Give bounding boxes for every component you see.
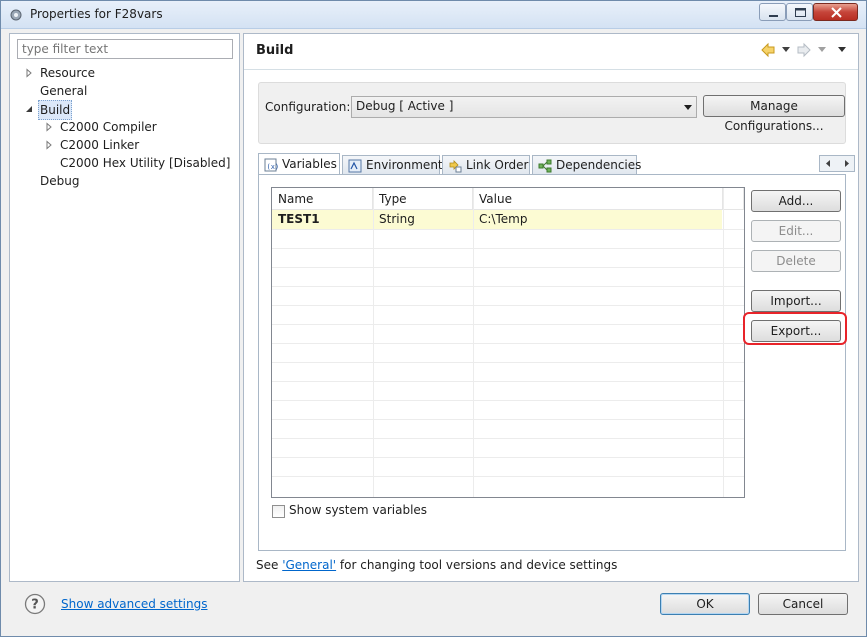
tab-environment[interactable]: Environment <box>342 155 443 175</box>
column-header-value[interactable]: Value <box>473 188 723 210</box>
help-icon[interactable]: ? <box>24 593 46 615</box>
scroll-right-icon[interactable] <box>838 156 855 171</box>
cell-value: C:\Temp <box>479 212 528 226</box>
variables-tab-panel: Name Type Value TEST1 String C:\Temp Add… <box>258 174 846 551</box>
svg-text:(x): (x) <box>267 163 279 171</box>
cancel-button[interactable]: Cancel <box>758 593 848 615</box>
back-arrow-icon[interactable] <box>760 42 776 58</box>
tab-label: Link Order <box>466 158 529 172</box>
minimize-icon <box>769 15 778 17</box>
show-system-variables-label: Show system variables <box>289 503 428 517</box>
footer-suffix: for changing tool versions and device se… <box>336 558 618 572</box>
forward-dropdown-icon[interactable] <box>818 47 826 53</box>
tab-link-order[interactable]: Link Order <box>442 155 530 175</box>
show-system-variables-checkbox[interactable] <box>272 505 285 518</box>
import-button[interactable]: Import... <box>751 290 841 312</box>
forward-arrow-icon[interactable] <box>796 42 812 58</box>
maximize-button[interactable] <box>786 3 813 21</box>
tree-label: C2000 Linker <box>60 138 140 152</box>
row-divider <box>272 286 744 287</box>
tab-variables[interactable]: (x) Variables <box>258 153 340 175</box>
close-icon <box>831 7 842 18</box>
export-highlight-annotation <box>743 312 847 345</box>
configuration-select[interactable]: Debug [ Active ] <box>351 96 697 118</box>
configuration-value: Debug [ Active ] <box>356 99 454 113</box>
tree-label: General <box>40 84 88 98</box>
page-header: Build <box>244 34 858 70</box>
variables-icon: (x) <box>264 158 278 172</box>
row-divider <box>272 343 744 344</box>
row-divider <box>272 457 744 458</box>
svg-text:?: ? <box>31 598 39 613</box>
tab-scroll-buttons <box>819 155 855 172</box>
tree-label: C2000 Hex Utility [Disabled] <box>60 156 231 170</box>
tab-strip: (x) Variables Environment Link Order Dep… <box>258 153 855 175</box>
row-divider <box>272 362 744 363</box>
tree-label: Debug <box>40 174 80 188</box>
row-divider <box>272 476 744 477</box>
tree-label: C2000 Compiler <box>60 120 157 134</box>
back-dropdown-icon[interactable] <box>782 47 790 53</box>
row-divider <box>272 267 744 268</box>
row-divider <box>272 419 744 420</box>
window-title: Properties for F28vars <box>30 7 163 21</box>
navigation-tree-panel: Resource General Build C2000 Compiler C2… <box>9 33 240 582</box>
show-advanced-settings-link[interactable]: Show advanced settings <box>61 597 208 611</box>
ok-button[interactable]: OK <box>660 593 750 615</box>
row-divider <box>272 248 744 249</box>
tab-label: Dependencies <box>556 158 642 172</box>
page-title: Build <box>256 43 294 58</box>
chevron-down-icon <box>684 105 692 110</box>
expand-arrow-icon[interactable] <box>44 122 54 132</box>
configuration-label: Configuration: <box>265 100 351 114</box>
variables-table[interactable]: Name Type Value TEST1 String C:\Temp <box>271 187 745 498</box>
app-gear-icon <box>10 9 22 21</box>
minimize-button[interactable] <box>759 3 786 21</box>
close-button[interactable] <box>813 3 858 21</box>
build-properties-page: Build Configuration: Debug [ Active ] Ma… <box>243 33 859 582</box>
scroll-left-icon[interactable] <box>820 156 837 171</box>
cell-type: String <box>379 212 415 226</box>
row-divider <box>272 400 744 401</box>
delete-button[interactable]: Delete <box>751 250 841 272</box>
column-header-name[interactable]: Name <box>272 188 373 210</box>
filter-input[interactable] <box>17 39 233 59</box>
title-bar: Properties for F28vars <box>1 1 866 29</box>
environment-icon <box>348 159 362 173</box>
cell-name: TEST1 <box>278 212 320 226</box>
link-order-icon <box>449 160 462 173</box>
dependencies-icon <box>538 159 552 173</box>
tree-label: Build <box>38 100 73 120</box>
collapse-arrow-icon[interactable] <box>24 104 34 114</box>
footer-note: See 'General' for changing tool versions… <box>256 558 617 572</box>
expand-arrow-icon[interactable] <box>24 68 34 78</box>
tree-label: Resource <box>40 66 96 80</box>
column-header-filler <box>723 188 744 210</box>
add-button[interactable]: Add... <box>751 190 841 212</box>
row-divider <box>272 305 744 306</box>
row-divider <box>272 381 744 382</box>
footer-prefix: See <box>256 558 283 572</box>
view-menu-icon[interactable] <box>838 47 846 53</box>
maximize-icon <box>795 8 806 17</box>
column-header-type[interactable]: Type <box>373 188 473 210</box>
configuration-group: Configuration: Debug [ Active ] Manage C… <box>258 82 846 144</box>
manage-configurations-button[interactable]: Manage Configurations... <box>703 95 845 133</box>
tab-dependencies[interactable]: Dependencies <box>532 155 641 175</box>
general-link[interactable]: 'General' <box>282 558 336 572</box>
edit-button[interactable]: Edit... <box>751 220 841 242</box>
properties-dialog: Properties for F28vars Resource General … <box>0 0 867 637</box>
row-divider <box>272 324 744 325</box>
row-divider <box>272 438 744 439</box>
expand-arrow-icon[interactable] <box>44 140 54 150</box>
tab-label: Environment <box>366 158 443 172</box>
row-divider <box>272 229 744 230</box>
tab-label: Variables <box>282 157 337 171</box>
